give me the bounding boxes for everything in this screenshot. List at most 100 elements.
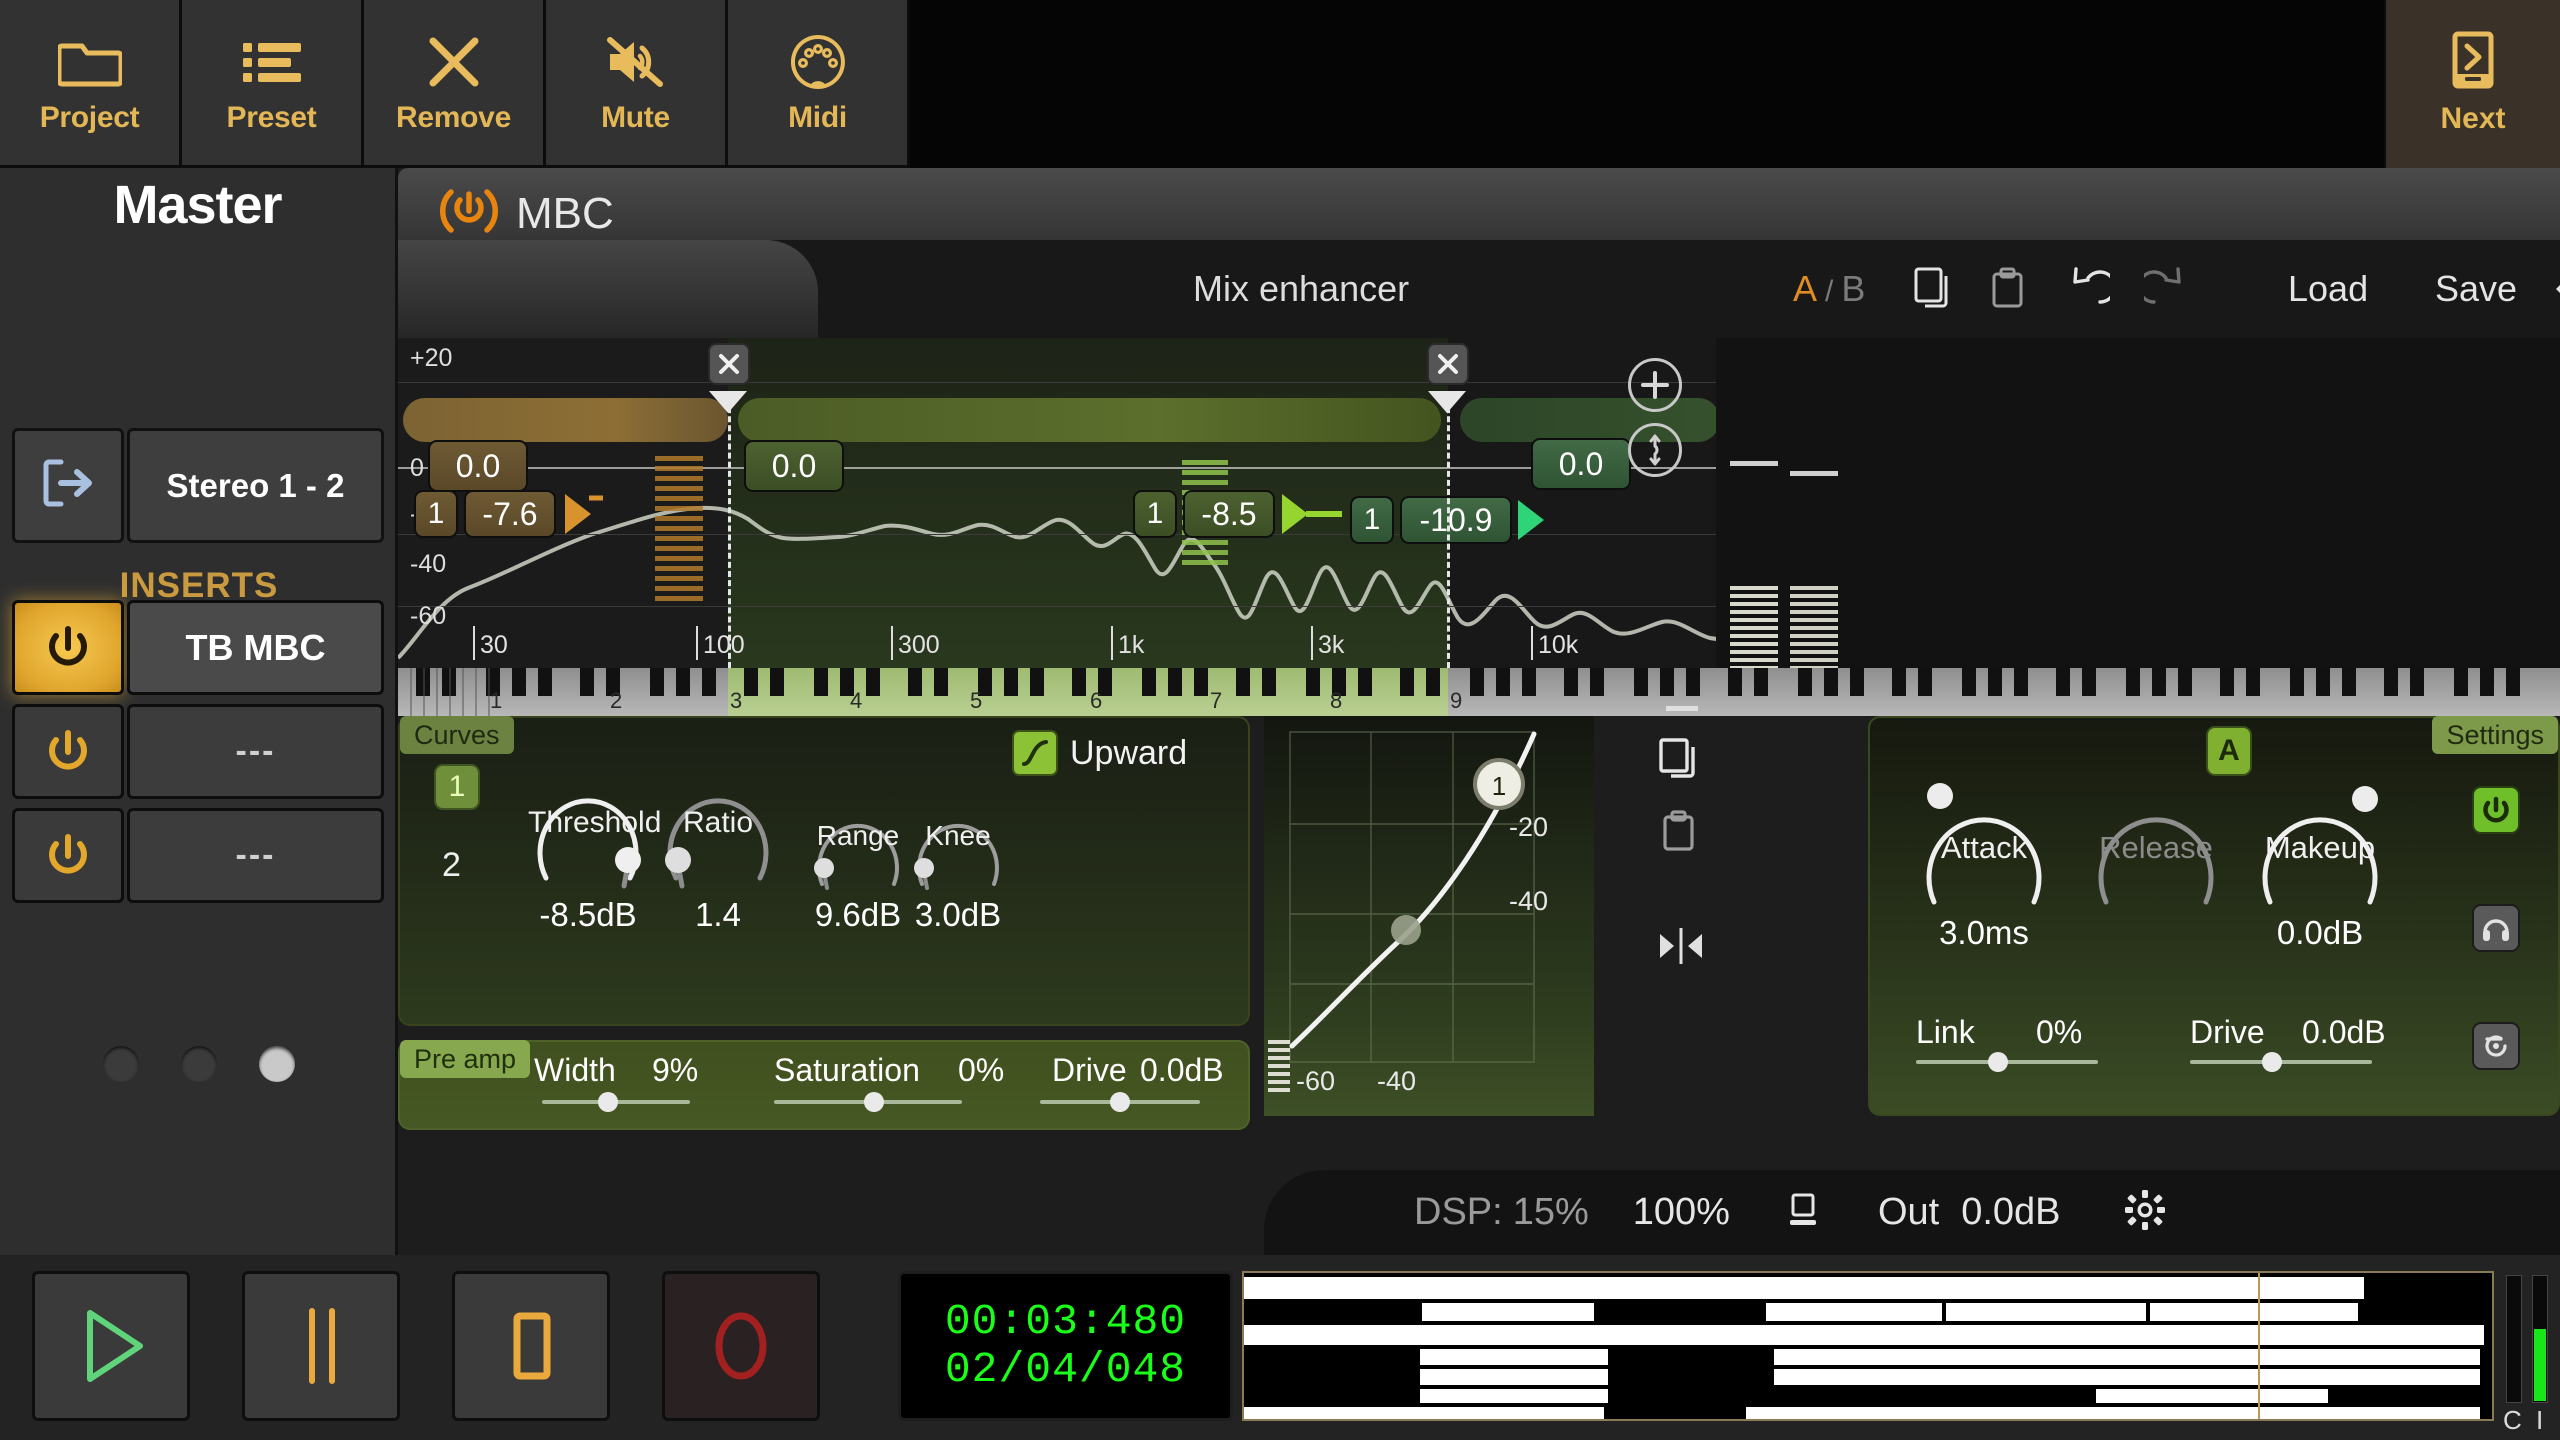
band-gain-2[interactable]: 0.0 bbox=[744, 440, 844, 492]
curve-band-other[interactable]: 2 bbox=[442, 846, 461, 885]
insert-power-3[interactable] bbox=[12, 808, 124, 903]
insert-name-3[interactable]: --- bbox=[127, 808, 384, 903]
band-threshold-3[interactable]: -10.9 bbox=[1400, 496, 1512, 544]
octave-label-6: 6 bbox=[1090, 688, 1102, 714]
power-icon bbox=[42, 622, 94, 674]
band-gain-3[interactable]: 0.0 bbox=[1531, 438, 1631, 490]
band-gain-1[interactable]: 0.0 bbox=[428, 440, 528, 492]
out-value[interactable]: 0.0dB bbox=[1961, 1191, 2060, 1234]
link-slider-knob[interactable] bbox=[1988, 1052, 2008, 1072]
dsp-value: 15% bbox=[1513, 1191, 1589, 1234]
plugin-window: MBC Mix enhancer A / B bbox=[398, 168, 2560, 1255]
band-arrow-2[interactable] bbox=[1280, 488, 1344, 540]
auto-badge[interactable]: A bbox=[2206, 726, 2252, 776]
ab-separator: / bbox=[1825, 275, 1833, 309]
record-button[interactable] bbox=[662, 1271, 820, 1421]
ab-a-button[interactable]: A bbox=[1793, 268, 1817, 310]
band-index-1[interactable]: 1 bbox=[414, 490, 458, 538]
mode-row[interactable]: Upward bbox=[1012, 730, 1187, 776]
insert-name-2[interactable]: --- bbox=[127, 704, 384, 799]
monitor-icon[interactable] bbox=[1786, 1191, 1820, 1234]
pause-button[interactable] bbox=[242, 1271, 400, 1421]
band-arrow-3[interactable] bbox=[1516, 494, 1556, 546]
makeup-value: 0.0dB bbox=[2240, 914, 2400, 952]
drive-slider-knob[interactable] bbox=[1110, 1092, 1130, 1112]
width-slider-knob[interactable] bbox=[598, 1092, 618, 1112]
transfer-y-label-40: -40 bbox=[1509, 886, 1548, 917]
band-bar-1[interactable] bbox=[403, 398, 728, 442]
triangle-left-icon[interactable] bbox=[2550, 268, 2560, 315]
upward-curve-icon bbox=[1012, 730, 1058, 776]
piano-keyboard-strip[interactable]: 1 2 3 4 5 6 7 8 9 bbox=[398, 668, 2560, 716]
power-icon[interactable] bbox=[2472, 786, 2520, 834]
list-icon bbox=[240, 31, 304, 93]
reset-icon[interactable] bbox=[2472, 1022, 2520, 1070]
paste-icon[interactable] bbox=[1658, 808, 1704, 861]
meter-bars-icon bbox=[1268, 1040, 1290, 1092]
send-dot-1[interactable] bbox=[103, 1046, 139, 1082]
link-value: 0% bbox=[2036, 1014, 2082, 1051]
time-display[interactable]: 00:03:480 02/04/048 bbox=[898, 1271, 1233, 1421]
midi-button[interactable]: Midi bbox=[728, 0, 910, 168]
preset-label: Preset bbox=[227, 101, 317, 135]
playhead[interactable] bbox=[2258, 1273, 2260, 1421]
spectrum-analyzer[interactable]: +20 0 -20 -40 -60 0.0 0.0 0.0 1 -7.6 1 bbox=[398, 338, 2560, 668]
band-bar-2[interactable] bbox=[738, 398, 1441, 442]
y-label-zero: 0 bbox=[410, 454, 424, 483]
transfer-curve-panel[interactable]: 1 -20 -40 -60 -40 bbox=[1264, 716, 1594, 1116]
mirror-icon[interactable] bbox=[1656, 924, 1706, 973]
routing-output-button[interactable] bbox=[12, 428, 124, 543]
ab-b-button[interactable]: B bbox=[1841, 268, 1865, 310]
transfer-x-label-40: -40 bbox=[1377, 1066, 1416, 1097]
attack-label: Attack bbox=[1914, 830, 2054, 866]
band-bar-3[interactable] bbox=[1460, 398, 1720, 442]
plus-circle-icon[interactable] bbox=[1628, 358, 1682, 412]
settings-drive-slider-knob[interactable] bbox=[2262, 1052, 2282, 1072]
copy-icon[interactable] bbox=[1913, 266, 1955, 317]
routing-value[interactable]: Stereo 1 - 2 bbox=[127, 428, 384, 543]
stop-button[interactable] bbox=[452, 1271, 610, 1421]
send-dot-2[interactable] bbox=[181, 1046, 217, 1082]
split-close-2[interactable] bbox=[1427, 343, 1469, 385]
save-button[interactable]: Save bbox=[2435, 268, 2517, 310]
band-arrow-1[interactable] bbox=[561, 488, 603, 540]
width-value: 9% bbox=[652, 1052, 698, 1089]
timeline-overview[interactable] bbox=[1242, 1271, 2494, 1421]
remove-button[interactable]: Remove bbox=[364, 0, 546, 168]
saturation-slider-knob[interactable] bbox=[864, 1092, 884, 1112]
send-dot-3[interactable] bbox=[259, 1046, 295, 1082]
load-button[interactable]: Load bbox=[2288, 268, 2368, 310]
split-close-1[interactable] bbox=[708, 343, 750, 385]
mute-button[interactable]: Mute bbox=[546, 0, 728, 168]
preset-button[interactable]: Preset bbox=[182, 0, 364, 168]
band-threshold-2[interactable]: -8.5 bbox=[1183, 490, 1275, 538]
settings-drive-label: Drive bbox=[2190, 1014, 2265, 1051]
next-button[interactable]: Next bbox=[2384, 0, 2560, 168]
redo-icon[interactable] bbox=[2144, 264, 2188, 317]
undo-icon[interactable] bbox=[2066, 264, 2110, 317]
minimize-icon[interactable] bbox=[1666, 706, 1698, 711]
band-threshold-1[interactable]: -7.6 bbox=[464, 490, 556, 538]
width-label: Width bbox=[534, 1052, 616, 1089]
paste-icon[interactable] bbox=[1988, 266, 2028, 317]
zoom-value[interactable]: 100% bbox=[1633, 1191, 1730, 1234]
split-line-2 bbox=[1447, 398, 1450, 668]
freq-label-30: 30 bbox=[480, 631, 508, 660]
power-waves-icon[interactable] bbox=[438, 184, 500, 243]
insert-power-1[interactable] bbox=[12, 600, 124, 695]
octave-label-8: 8 bbox=[1330, 688, 1342, 714]
curve-band-selected[interactable]: 1 bbox=[434, 764, 480, 810]
project-button[interactable]: Project bbox=[0, 0, 182, 168]
time-value: 00:03:480 bbox=[945, 1298, 1186, 1346]
headphones-icon[interactable] bbox=[2472, 904, 2520, 952]
band-index-2[interactable]: 1 bbox=[1133, 490, 1177, 538]
play-button[interactable] bbox=[32, 1271, 190, 1421]
copy-icon[interactable] bbox=[1658, 736, 1704, 789]
makeup-label: Makeup bbox=[2250, 830, 2390, 866]
insert-name-1[interactable]: TB MBC bbox=[127, 600, 384, 695]
insert-power-2[interactable] bbox=[12, 704, 124, 799]
link-circle-icon[interactable] bbox=[1628, 423, 1682, 477]
band-index-3[interactable]: 1 bbox=[1350, 496, 1394, 544]
project-label: Project bbox=[40, 101, 140, 135]
gear-icon[interactable] bbox=[2123, 1188, 2167, 1237]
